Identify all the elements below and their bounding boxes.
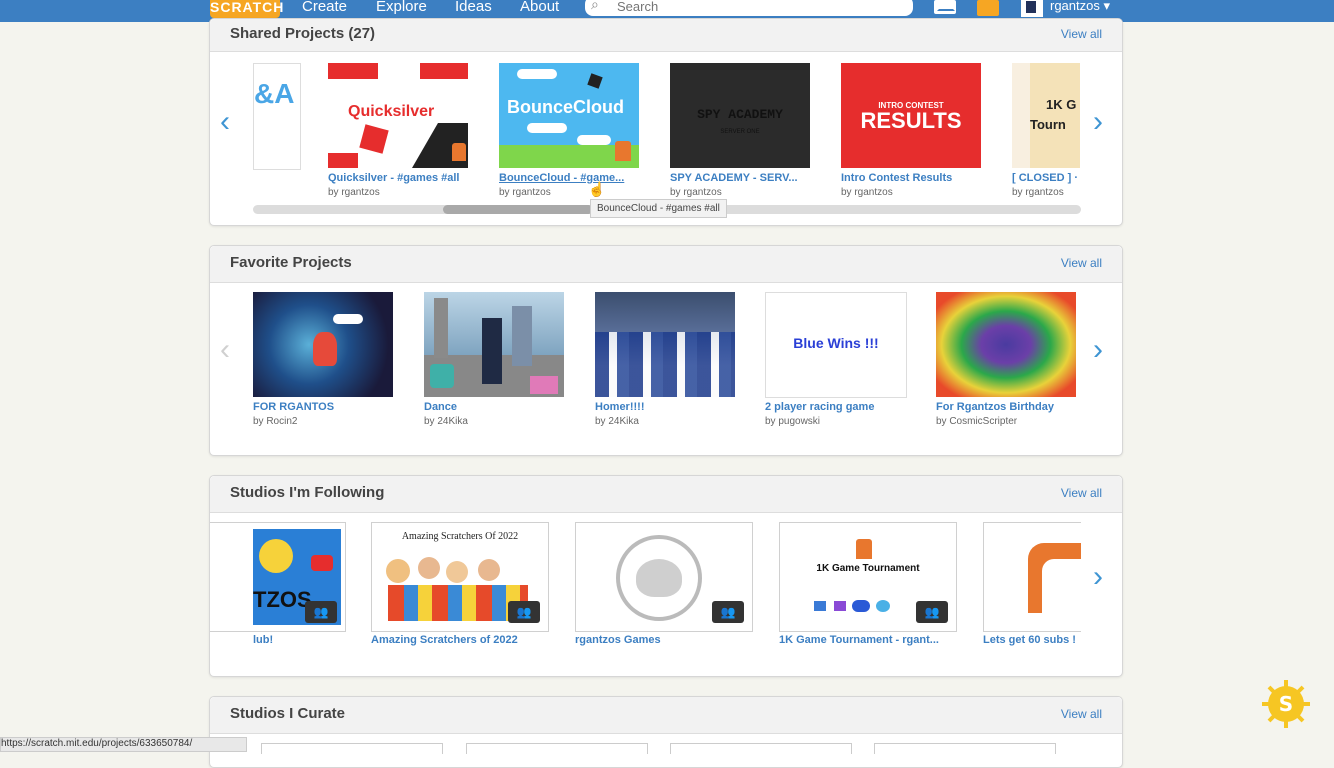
- studio-thumbnail[interactable]: [874, 743, 1056, 754]
- scrollbar-thumb[interactable]: [443, 205, 593, 214]
- project-thumbnail-homer[interactable]: [595, 292, 735, 397]
- project-thumbnail-quicksilver[interactable]: Quicksilver: [328, 63, 468, 168]
- project-title-link[interactable]: Intro Contest Results: [841, 172, 981, 184]
- studio-icon: 👥: [305, 601, 337, 623]
- project-author[interactable]: by rgantzos: [670, 187, 722, 198]
- scratch-logo[interactable]: SCRATCH: [210, 0, 283, 18]
- studios-curate-header: Studios I Curate View all: [210, 697, 1122, 734]
- studio-thumbnail[interactable]: 👥: [575, 522, 753, 632]
- project-title-link[interactable]: FOR RGANTOS: [253, 401, 393, 413]
- project-author[interactable]: by rgantzos: [328, 187, 380, 198]
- favorite-projects-header: Favorite Projects View all: [210, 246, 1122, 283]
- shared-projects-panel: Shared Projects (27) View all ‹ › &A Qui…: [209, 18, 1123, 226]
- project-author[interactable]: by CosmicScripter: [936, 416, 1017, 427]
- project-thumbnail-closed[interactable]: 1K G Tourn: [1012, 63, 1080, 168]
- project-thumbnail-blue-wins[interactable]: Blue Wins !!!: [765, 292, 907, 398]
- project-author[interactable]: by rgantzos: [841, 187, 893, 198]
- project-thumbnail-bouncecloud[interactable]: BounceCloud: [499, 63, 639, 168]
- svg-text:S: S: [1279, 692, 1293, 716]
- search-box[interactable]: ⌕: [585, 0, 913, 16]
- project-title-link[interactable]: Homer!!!!: [595, 401, 735, 413]
- project-title-link[interactable]: Dance: [424, 401, 564, 413]
- studio-title-link[interactable]: Lets get 60 subs !: [983, 634, 1081, 646]
- studio-thumbnail[interactable]: [983, 522, 1081, 632]
- studio-icon: 👥: [712, 601, 744, 623]
- carousel-left-arrow[interactable]: ‹: [220, 335, 230, 365]
- user-avatar[interactable]: [1021, 0, 1043, 17]
- project-thumbnail-partial[interactable]: &A: [253, 63, 301, 170]
- project-author[interactable]: by 24Kika: [424, 416, 468, 427]
- my-stuff-icon[interactable]: [977, 0, 999, 16]
- studio-title-link[interactable]: rgantzos Games: [575, 634, 661, 646]
- studios-following-panel: Studios I'm Following View all ‹ › TZOS …: [209, 475, 1123, 677]
- studio-thumbnail[interactable]: 1K Game Tournament 👥: [779, 522, 957, 632]
- search-input[interactable]: [615, 0, 899, 16]
- curate-view-all-link[interactable]: View all: [1061, 707, 1102, 721]
- nav-explore[interactable]: Explore: [376, 0, 427, 15]
- project-title-link[interactable]: BounceCloud - #game...: [499, 172, 639, 184]
- project-author[interactable]: by 24Kika: [595, 416, 639, 427]
- studios-curate-panel: Studios I Curate View all: [209, 696, 1123, 768]
- project-title-link[interactable]: Quicksilver - #games #all: [328, 172, 468, 184]
- tooltip: BounceCloud - #games #all: [590, 199, 727, 218]
- studio-title-link[interactable]: 1K Game Tournament - rgant...: [779, 634, 939, 646]
- project-title-link[interactable]: SPY ACADEMY - SERV...: [670, 172, 810, 184]
- project-thumbnail-contest-results[interactable]: INTRO CONTEST RESULTS: [841, 63, 981, 168]
- project-title-link[interactable]: For Rgantzos Birthday: [936, 401, 1076, 413]
- studio-thumbnail[interactable]: Amazing Scratchers Of 2022 👥: [371, 522, 549, 632]
- studios-row: TZOS 👥 lub! Amazing Scratchers Of 2022 👥…: [210, 476, 1122, 676]
- project-thumbnail-for-rgantos[interactable]: [253, 292, 393, 397]
- hand-cursor-icon: ☝: [588, 181, 606, 197]
- messages-icon[interactable]: [934, 0, 956, 14]
- project-thumbnail-spy-academy[interactable]: SPY ACADEMY SERVER ONE: [670, 63, 810, 168]
- carousel-right-arrow[interactable]: ›: [1093, 107, 1103, 137]
- carousel-right-arrow[interactable]: ›: [1093, 335, 1103, 365]
- nav-about[interactable]: About: [520, 0, 559, 15]
- project-thumbnail-dance[interactable]: [424, 292, 564, 397]
- studios-curate-title: Studios I Curate: [230, 705, 346, 722]
- username-menu[interactable]: rgantzos ▾: [1050, 0, 1110, 14]
- project-author[interactable]: by pugowski: [765, 416, 820, 427]
- project-title-link[interactable]: [ CLOSED ] ·: [1012, 172, 1080, 184]
- project-title-link[interactable]: 2 player racing game: [765, 401, 905, 413]
- carousel-left-arrow[interactable]: ‹: [220, 107, 230, 137]
- studio-thumbnail[interactable]: [261, 743, 443, 754]
- channel-logo-icon: S: [1262, 680, 1310, 728]
- studio-title-link[interactable]: Amazing Scratchers of 2022: [371, 634, 518, 646]
- favorite-projects-title: Favorite Projects: [230, 254, 352, 271]
- favorites-view-all-link[interactable]: View all: [1061, 256, 1102, 270]
- nav-ideas[interactable]: Ideas: [455, 0, 492, 15]
- studio-title-link[interactable]: lub!: [253, 634, 273, 646]
- studio-icon: 👥: [916, 601, 948, 623]
- studio-thumbnail[interactable]: [466, 743, 648, 754]
- project-author[interactable]: by rgantzos: [1012, 187, 1064, 198]
- project-author[interactable]: by rgantzos: [499, 187, 551, 198]
- shared-projects-row: ‹ › &A Quicksilver Quicksilver - #games …: [210, 19, 1122, 225]
- search-icon: ⌕: [591, 0, 599, 12]
- favorite-projects-panel: Favorite Projects View all ‹ › FOR RGANT…: [209, 245, 1123, 456]
- nav-create[interactable]: Create: [302, 0, 347, 15]
- studio-thumbnail[interactable]: [670, 743, 852, 754]
- project-author[interactable]: by Rocin2: [253, 416, 297, 427]
- project-thumbnail-birthday[interactable]: [936, 292, 1076, 397]
- studio-icon: 👥: [508, 601, 540, 623]
- studio-thumbnail[interactable]: TZOS 👥: [210, 522, 346, 632]
